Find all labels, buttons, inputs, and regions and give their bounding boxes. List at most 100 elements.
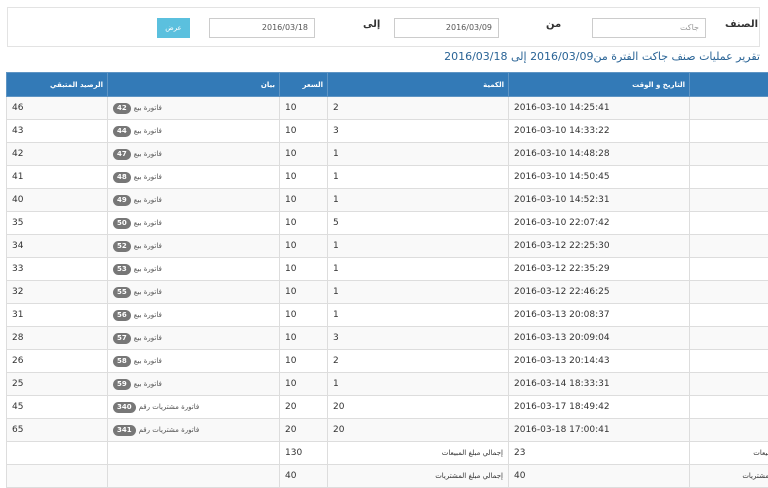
cell-datetime: 2016-03-13 20:14:43 [509,350,690,373]
cell-desc: فاتورة بيع55 [108,281,280,304]
invoice-link[interactable]: فاتورة بيع50 [113,218,162,229]
cell-balance: 33 [7,258,108,281]
cell-balance: 34 [7,235,108,258]
cell-qty: 2 [328,350,509,373]
cell-balance: 46 [7,97,108,120]
cell-qty: 3 [328,327,509,350]
cell-datetime: 2016-03-13 20:09:04 [509,327,690,350]
invoice-number-badge: 42 [113,103,131,114]
cell-balance: 41 [7,166,108,189]
header-num: م [690,73,768,97]
purchases-count-label: إجمالي المشتريات [742,472,768,480]
cell-num: 10 [690,304,768,327]
invoice-link[interactable]: فاتورة بيع52 [113,241,162,252]
cell-num: 2 [690,120,768,143]
cell-num: 13 [690,373,768,396]
cell-datetime: 2016-03-18 17:00:41 [509,419,690,442]
cell-price: 10 [280,166,328,189]
table-row: 32016-03-10 14:48:28110فاتورة بيع4742 [7,143,768,166]
cell-desc: فاتورة مشتريات رقم341 [108,419,280,442]
table-row: 102016-03-13 20:08:37110فاتورة بيع5631 [7,304,768,327]
table-row: 132016-03-14 18:33:31110 فاتورة بيع59 25 [7,373,768,396]
invoice-link[interactable]: فاتورة بيع59 [113,379,162,390]
cell-qty: 1 [328,304,509,327]
cell-datetime: 2016-03-13 20:08:37 [509,304,690,327]
invoice-number-badge: 48 [113,172,131,183]
invoice-number-badge: 44 [113,126,131,137]
cell-qty: 1 [328,373,509,396]
cell-price: 10 [280,212,328,235]
desc-text: فاتورة بيع [134,173,162,181]
invoice-number-badge: 340 [113,402,136,413]
invoice-number-badge: 52 [113,241,131,252]
cell-num: 3 [690,143,768,166]
report-page: الصنف جاكت من 2016/03/09 إلى 2016/03/18 … [0,0,768,483]
cell-num: 5 [690,189,768,212]
invoice-number-badge: 49 [113,195,131,206]
cell-balance: 65 [7,419,108,442]
cell-datetime: 2016-03-10 14:48:28 [509,143,690,166]
cell-price: 10 [280,189,328,212]
invoice-link[interactable]: فاتورة بيع55 [113,287,162,298]
cell-num: 6 [690,212,768,235]
cell-num: 1 [690,97,768,120]
desc-text: فاتورة بيع [134,150,162,158]
cell-qty: 1 [328,143,509,166]
invoice-link[interactable]: فاتورة بيع53 [113,264,162,275]
invoice-link[interactable]: فاتورة بيع44 [113,126,162,137]
cell-balance: 40 [7,189,108,212]
invoice-link[interactable]: فاتورة بيع42 [113,103,162,114]
cell-num: 8 [690,258,768,281]
table-row: 12016-03-10 14:25:41210فاتورة بيع4246 [7,97,768,120]
from-date-field[interactable]: 2016/03/09 [394,18,499,38]
invoice-link[interactable]: فاتورة بيع56 [113,310,162,321]
cell-desc: فاتورة بيع53 [108,258,280,281]
cell-num: 7 [690,235,768,258]
cell-datetime: 2016-03-14 18:33:31 [509,373,690,396]
invoice-link[interactable]: فاتورة بيع58 [113,356,162,367]
summary-row-purchases: إجمالي المشتريات40إجمالي مبلغ المشتريات4… [7,465,768,488]
header-datetime: التاريخ و الوقت [509,73,690,97]
header-balance: الرصيد المتبقي [7,73,108,97]
cell-qty: 5 [328,212,509,235]
report-table: م التاريخ و الوقت الكمية السعر بيان الرص… [6,72,768,488]
invoice-number-badge: 53 [113,264,131,275]
invoice-number-badge: 57 [113,333,131,344]
cell-datetime: 2016-03-10 14:50:45 [509,166,690,189]
invoice-link[interactable]: فاتورة مشتريات رقم340 [113,402,199,413]
show-button[interactable]: عرض [157,18,190,38]
to-date-field[interactable]: 2016/03/18 [209,18,315,38]
invoice-link[interactable]: فاتورة بيع49 [113,195,162,206]
cell-desc: فاتورة بيع42 [108,97,280,120]
from-label: من [546,19,561,30]
item-label: الصنف [725,19,758,30]
header-qty: الكمية [328,73,509,97]
desc-text: فاتورة بيع [134,196,162,204]
cell-price: 20 [280,396,328,419]
cell-desc: فاتورة بيع50 [108,212,280,235]
item-field[interactable]: جاكت [592,18,706,38]
cell-balance: 25 [7,373,108,396]
invoice-link[interactable]: فاتورة بيع57 [113,333,162,344]
cell-balance: 32 [7,281,108,304]
table-row: 62016-03-10 22:07:42510فاتورة بيع5035 [7,212,768,235]
report-title: تقرير عمليات صنف جاكت الفترة من2016/03/0… [160,50,760,64]
cell-desc: فاتورة بيع57 [108,327,280,350]
invoice-number-badge: 58 [113,356,131,367]
cell-qty: 1 [328,258,509,281]
invoice-link[interactable]: فاتورة بيع48 [113,172,162,183]
header-desc: بيان [108,73,280,97]
invoice-link[interactable]: فاتورة بيع47 [113,149,162,160]
cell-price: 10 [280,327,328,350]
table-row: 72016-03-12 22:25:30110فاتورة بيع5234 [7,235,768,258]
cell-desc: فاتورة بيع52 [108,235,280,258]
purchases-count-value: 40 [509,465,690,488]
cell-price: 10 [280,373,328,396]
desc-text: فاتورة بيع [134,242,162,250]
table-row: 142016-03-17 18:49:422020فاتورة مشتريات … [7,396,768,419]
purchases-amount-value: 40 [280,465,328,488]
desc-text: فاتورة بيع [134,357,162,365]
table-row: 112016-03-13 20:09:04310فاتورة بيع5728 [7,327,768,350]
invoice-link[interactable]: فاتورة مشتريات رقم341 [113,425,199,436]
invoice-number-badge: 47 [113,149,131,160]
